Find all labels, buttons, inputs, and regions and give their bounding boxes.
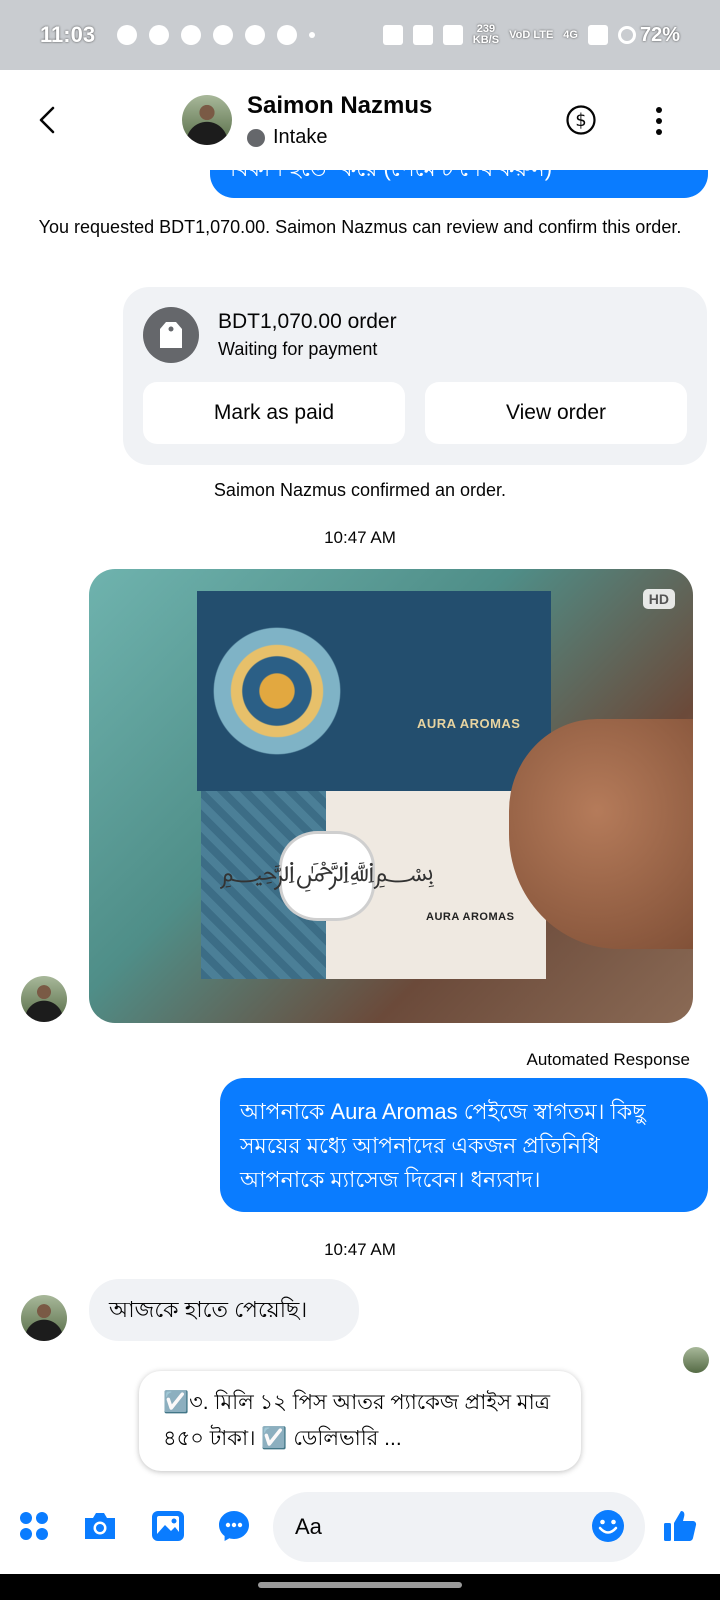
hd-badge: HD <box>642 589 675 609</box>
contact-status: Intake <box>247 126 327 149</box>
brand-label: AURA AROMAS <box>417 716 521 731</box>
more-vertical-icon <box>656 107 662 135</box>
navigation-bar <box>0 1574 720 1600</box>
incoming-message[interactable]: আজকে হাতে পেয়েছি। <box>89 1279 359 1341</box>
more-notifications-icon <box>309 32 316 38</box>
contact-avatar[interactable] <box>182 95 232 145</box>
apps-button[interactable] <box>16 1508 52 1544</box>
status-time: 11:03 <box>40 22 96 47</box>
emoji-icon <box>592 1510 624 1542</box>
gallery-icon <box>152 1511 184 1541</box>
outgoing-message[interactable]: আপনাকে Aura Aromas পেইজে স্বাগতম। কিছু স… <box>220 1078 708 1212</box>
timestamp: 10:47 AM <box>324 528 396 547</box>
battery-icon <box>617 26 636 44</box>
back-button[interactable] <box>32 102 62 138</box>
camera-icon <box>85 1513 115 1539</box>
chat-bubble-icon <box>219 1511 249 1541</box>
product-box-top: AURA AROMAS <box>197 591 551 791</box>
chat-header: Saimon Nazmus Intake $ <box>0 70 720 170</box>
order-title: BDT1,070.00 order <box>218 310 397 333</box>
chrome-icon <box>245 25 266 45</box>
apps-icon <box>20 1512 48 1540</box>
system-icons: 239 KB/S VoD LTE 4G 72% <box>382 23 680 47</box>
gallery-button[interactable] <box>150 1508 186 1544</box>
whatsapp-icon <box>117 25 138 45</box>
photo-message[interactable]: AURA AROMAS ﷽ AURA AROMAS HD <box>89 569 693 1023</box>
volte-label: VoD LTE <box>509 28 554 41</box>
svg-text:$: $ <box>575 110 586 131</box>
order-status: Waiting for payment <box>218 339 378 359</box>
payment-button[interactable]: $ <box>565 104 597 136</box>
facebook-icon <box>213 25 234 45</box>
product-box-bottom: ﷽ AURA AROMAS <box>201 791 546 979</box>
facebook-icon <box>181 25 202 45</box>
order-card: BDT1,070.00 order Waiting for payment Ma… <box>123 287 707 465</box>
vibrate-icon <box>442 25 463 45</box>
nfc-icon <box>382 25 403 45</box>
contact-name[interactable]: Saimon Nazmus <box>247 92 432 120</box>
chrome-icon <box>277 25 298 45</box>
emoji-button[interactable] <box>590 1508 626 1544</box>
like-button[interactable] <box>662 1508 698 1544</box>
camera-button[interactable] <box>82 1508 118 1544</box>
chevron-left-icon <box>39 106 55 134</box>
quick-reply-suggestion[interactable]: ☑️৩. মিলি ১২ পিস আতর প্যাকেজ প্রাইস মাত্… <box>139 1371 581 1471</box>
automated-response-label: Automated Response <box>526 1050 691 1069</box>
more-options-button[interactable] <box>655 106 663 136</box>
network-type: 4G <box>563 28 578 41</box>
calligraphy-emblem: ﷽ <box>220 831 434 921</box>
order-request-text: You requested BDT1,070.00. Saimon Nazmus… <box>38 217 682 237</box>
brand-label: AURA AROMAS <box>426 911 515 923</box>
battery: 72% <box>617 24 680 47</box>
home-gesture-handle[interactable] <box>258 1582 462 1588</box>
whatsapp-icon <box>149 25 170 45</box>
timestamp: 10:47 AM <box>324 1240 396 1259</box>
sender-avatar[interactable] <box>21 976 67 1022</box>
contact-status-label: Intake <box>273 126 328 148</box>
chat-extras-button[interactable] <box>216 1508 252 1544</box>
sender-avatar[interactable] <box>21 1295 67 1341</box>
dollar-icon: $ <box>566 105 596 135</box>
tag-icon <box>160 322 182 348</box>
notification-icons <box>117 25 316 45</box>
thumbs-up-icon <box>664 1511 697 1541</box>
mark-as-paid-button[interactable]: Mark as paid <box>143 382 405 444</box>
status-bar: 11:03 239 KB/S VoD LTE 4G 72% <box>0 0 720 70</box>
status-dot-icon <box>247 128 265 147</box>
signal-icon <box>587 25 608 45</box>
mandala-pattern <box>207 601 347 781</box>
tag-icon-container <box>143 307 199 363</box>
view-order-button[interactable]: View order <box>425 382 687 444</box>
message-composer <box>0 1480 720 1574</box>
alarm-icon <box>412 25 433 45</box>
seen-avatar <box>683 1347 709 1373</box>
net-speed: 239 KB/S <box>472 23 500 46</box>
order-confirmed-text: Saimon Nazmus confirmed an order. <box>213 480 507 500</box>
